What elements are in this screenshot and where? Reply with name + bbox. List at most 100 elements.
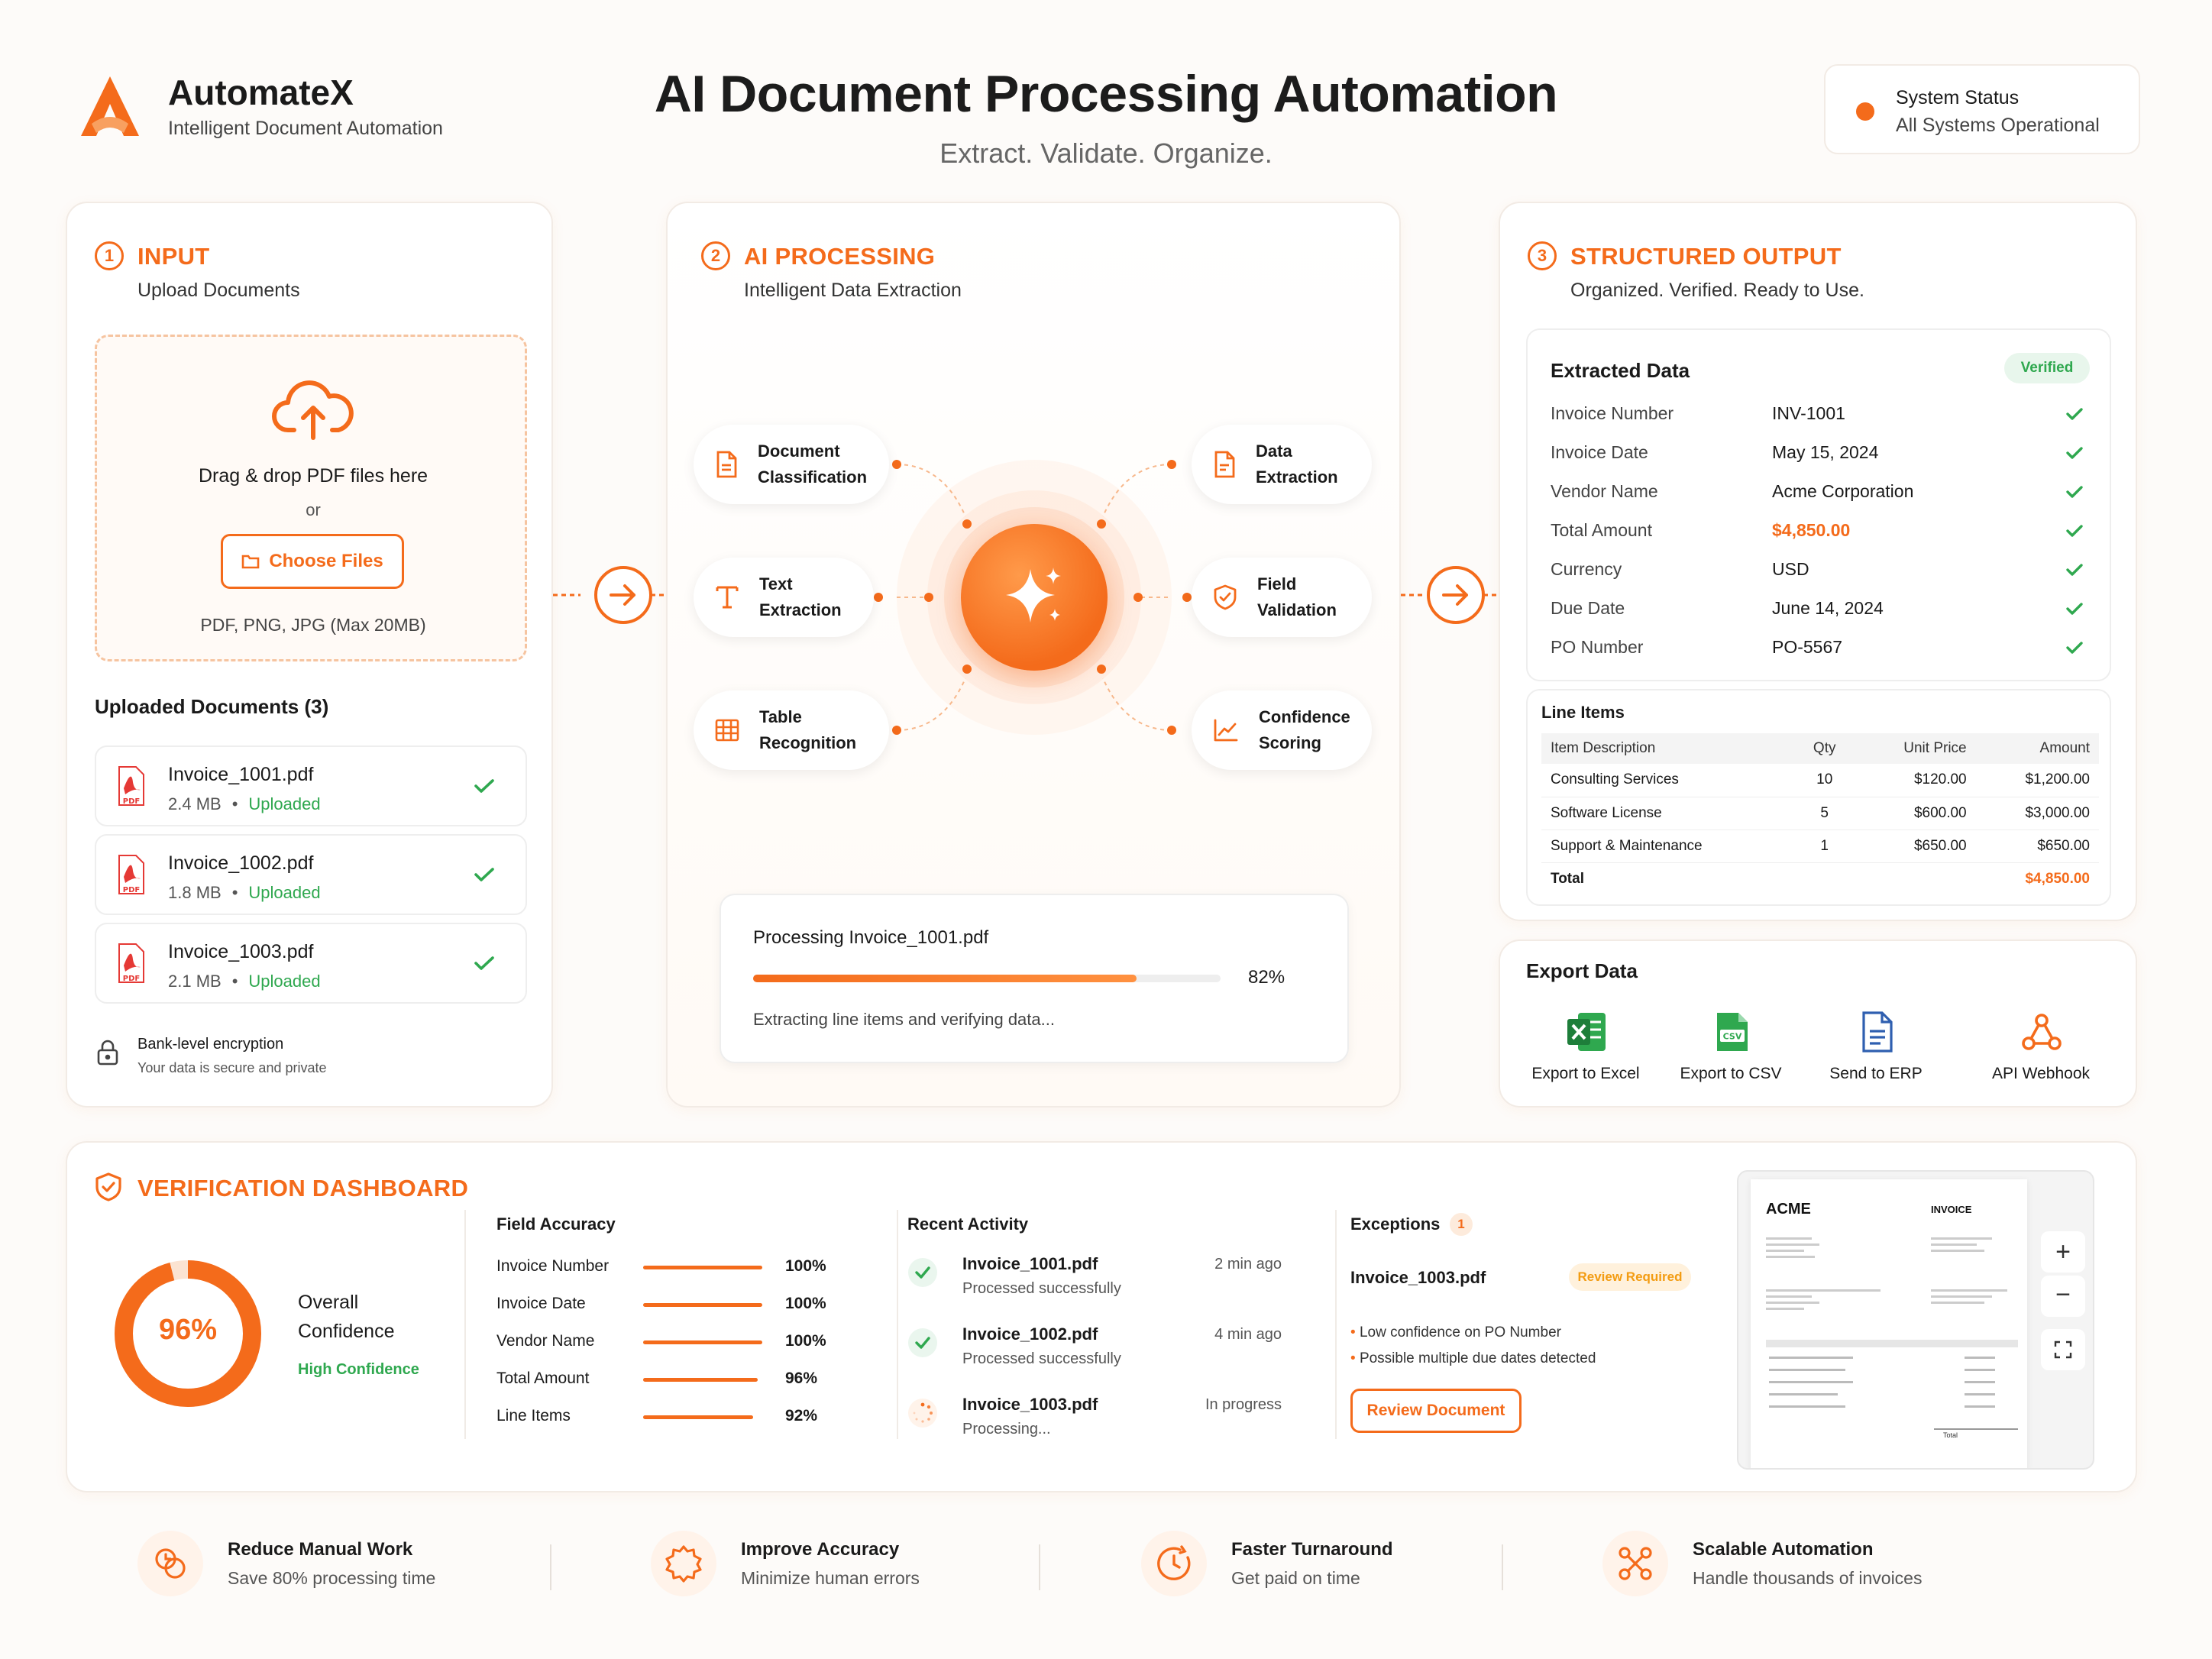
svg-text:CSV: CSV	[1723, 1032, 1742, 1042]
verified-badge: Verified	[2004, 353, 2090, 383]
upload-status: Uploaded	[248, 883, 321, 902]
accuracy-value: 92%	[785, 1407, 818, 1425]
step-text-extraction: Text Extraction	[694, 558, 874, 637]
check-icon	[2065, 562, 2084, 577]
feature-scalable-automation: Scalable Automation Handle thousands of i…	[1602, 1531, 1922, 1596]
step-confidence-scoring: Confidence Scoring	[1192, 690, 1372, 770]
check-icon	[2065, 445, 2084, 461]
page-title: AI Document Processing Automation	[654, 65, 1558, 123]
export-excel-button[interactable]: Export to Excel	[1517, 1002, 1654, 1094]
check-icon	[2065, 523, 2084, 538]
review-document-button[interactable]: Review Document	[1350, 1389, 1522, 1433]
accuracy-value: 100%	[785, 1295, 826, 1312]
field-value: May 15, 2024	[1772, 442, 1879, 462]
svg-text:PDF: PDF	[123, 886, 140, 894]
file-dropzone[interactable]: Drag & drop PDF files here or Choose Fil…	[95, 335, 527, 661]
dashboard-title: VERIFICATION DASHBOARD	[137, 1175, 469, 1201]
document-send-icon	[1855, 1010, 1899, 1054]
webhook-icon	[2020, 1010, 2064, 1054]
input-panel: 1 INPUT Upload Documents Drag & drop PDF…	[66, 202, 553, 1108]
svg-text:PDF: PDF	[123, 797, 140, 806]
api-webhook-label: API Webhook	[1991, 1065, 2091, 1082]
progress-title: Processing Invoice_1001.pdf	[753, 927, 989, 948]
network-icon	[1602, 1531, 1668, 1596]
security-subtitle: Your data is secure and private	[137, 1060, 327, 1075]
fullscreen-icon[interactable]	[2041, 1329, 2085, 1370]
accuracy-bar	[643, 1415, 753, 1419]
confidence-level: High Confidence	[298, 1361, 419, 1378]
field-label: Currency	[1551, 559, 1622, 579]
text-icon	[715, 584, 739, 610]
system-status-card: System Status All Systems Operational	[1824, 64, 2140, 154]
preview-total-label: Total	[1943, 1431, 1958, 1439]
send-erp-button[interactable]: Send to ERP	[1807, 1002, 1945, 1094]
export-panel: Export Data Export to Excel CSV Export t…	[1499, 939, 2137, 1108]
output-title: STRUCTURED OUTPUT	[1570, 243, 1842, 270]
upload-status: Uploaded	[248, 794, 321, 813]
field-label: PO Number	[1551, 637, 1644, 657]
field-value: PO-5567	[1772, 637, 1843, 657]
spinner-icon	[907, 1398, 938, 1428]
line-item-row: Software License 5 $600.00 $3,000.00	[1541, 797, 2099, 830]
input-title: INPUT	[137, 243, 210, 270]
choose-files-label: Choose Files	[269, 551, 383, 571]
page-subtitle: Extract. Validate. Organize.	[939, 137, 1273, 169]
brand-logo-icon	[75, 73, 145, 139]
check-icon	[474, 955, 495, 972]
review-required-badge: Review Required	[1569, 1263, 1691, 1291]
status-label: System Status	[1896, 87, 2020, 108]
line-item-row: Consulting Services 10 $120.00 $1,200.00	[1541, 764, 2099, 797]
zoom-out-button[interactable]: −	[2041, 1276, 2085, 1317]
confidence-ring: 96%	[112, 1257, 264, 1410]
extracted-heading: Extracted Data	[1551, 359, 1690, 382]
accuracy-value: 96%	[785, 1370, 818, 1387]
uploaded-file-row[interactable]: PDF Invoice_1003.pdf 2.1 MB • Uploaded	[95, 923, 527, 1004]
zoom-controls: + −	[2041, 1231, 2085, 1376]
file-name: Invoice_1001.pdf	[168, 764, 314, 785]
api-webhook-button[interactable]: API Webhook	[1965, 1002, 2117, 1094]
field-label: Total Amount	[1551, 520, 1652, 540]
file-name: Invoice_1003.pdf	[168, 941, 314, 962]
csv-file-icon: CSV	[1709, 1010, 1754, 1054]
line-item-row: Support & Maintenance 1 $650.00 $650.00	[1541, 830, 2099, 863]
field-value: INV-1001	[1772, 403, 1845, 423]
shield-check-icon	[1213, 584, 1237, 611]
output-subtitle: Organized. Verified. Ready to Use.	[1570, 280, 1864, 301]
uploaded-file-row[interactable]: PDF Invoice_1002.pdf 1.8 MB • Uploaded	[95, 834, 527, 915]
line-item-cell: Software License	[1541, 797, 1794, 830]
activity-time: 2 min ago	[1214, 1256, 1282, 1273]
choose-files-button[interactable]: Choose Files	[221, 534, 404, 589]
activity-time: 4 min ago	[1214, 1326, 1282, 1343]
exceptions-heading: Exceptions	[1350, 1214, 1441, 1234]
recent-activity-heading: Recent Activity	[907, 1214, 1029, 1234]
exception-file: Invoice_1003.pdf	[1350, 1268, 1486, 1287]
file-meta: 1.8 MB • Uploaded	[168, 883, 321, 902]
upload-status: Uploaded	[248, 972, 321, 991]
check-icon	[474, 778, 495, 794]
flow-arrow-icon	[1401, 561, 1500, 629]
activity-file: Invoice_1002.pdf	[962, 1324, 1098, 1344]
total-value: $4,850.00	[2025, 870, 2090, 887]
progress-percent: 82%	[1248, 967, 1285, 988]
field-label: Invoice Date	[1551, 442, 1648, 462]
progress-status: Extracting line items and verifying data…	[753, 1010, 1055, 1029]
export-csv-label: Export to CSV	[1680, 1065, 1782, 1082]
field-value: $4,850.00	[1772, 520, 1851, 540]
activity-status: Processed successfully	[962, 1350, 1121, 1367]
field-label: Vendor Name	[1551, 481, 1658, 501]
exception-reason: • Low confidence on PO Number	[1350, 1324, 1561, 1340]
badge-check-icon	[651, 1531, 716, 1596]
document-icon	[715, 451, 738, 478]
line-item-cell: $3,000.00	[1975, 797, 2099, 830]
accuracy-value: 100%	[785, 1332, 826, 1350]
line-items-header: Unit Price	[1855, 733, 1976, 764]
export-heading: Export Data	[1526, 959, 1638, 982]
zoom-in-button[interactable]: +	[2041, 1231, 2085, 1273]
folder-icon	[241, 553, 260, 570]
uploaded-file-row[interactable]: PDF Invoice_1001.pdf 2.4 MB • Uploaded	[95, 745, 527, 826]
line-items-header: Qty	[1793, 733, 1855, 764]
feature-reduce-manual-work: Reduce Manual Work Save 80% processing ti…	[137, 1531, 435, 1596]
file-formats: PDF, PNG, JPG (Max 20MB)	[200, 615, 426, 635]
export-csv-button[interactable]: CSV Export to CSV	[1662, 1002, 1800, 1094]
drop-text: Drag & drop PDF files here	[198, 465, 428, 487]
